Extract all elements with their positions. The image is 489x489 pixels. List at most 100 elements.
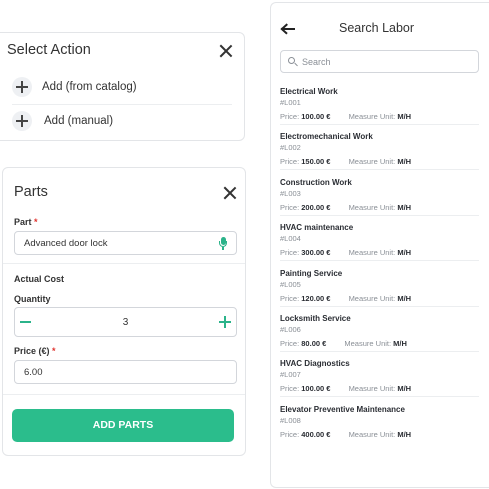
labor-list-item[interactable]: HVAC maintenance #L004 Price: 300.00 € M… xyxy=(280,223,479,268)
divider xyxy=(12,104,232,105)
labor-name: Elevator Preventive Maintenance xyxy=(280,404,405,414)
labor-list-item[interactable]: Painting Service #L005 Price: 120.00 € M… xyxy=(280,269,479,314)
price-input-value: 6.00 xyxy=(24,367,43,378)
price-label: Price: xyxy=(280,112,300,121)
measure-unit-label: Measure Unit: xyxy=(348,384,396,394)
close-icon[interactable] xyxy=(223,186,237,200)
divider xyxy=(280,169,479,171)
part-field-label: Part * xyxy=(14,217,38,227)
add-parts-button[interactable]: ADD PARTS xyxy=(12,409,234,442)
labor-meta: Price: 80.00 € Measure Unit: M/H xyxy=(280,339,407,348)
labor-price: 300.00 € xyxy=(301,248,331,258)
section-divider xyxy=(3,394,245,395)
plus-icon xyxy=(12,77,32,97)
labor-unit: M/H xyxy=(397,157,412,167)
add-manual-label: Add (manual) xyxy=(44,115,114,127)
labor-unit: M/H xyxy=(397,112,412,121)
increment-button[interactable] xyxy=(218,315,232,329)
labor-list-item[interactable]: HVAC Diagnostics #L007 Price: 100.00 € M… xyxy=(280,359,479,404)
quantity-value: 3 xyxy=(122,317,129,328)
measure-unit-label: Measure Unit: xyxy=(348,112,396,121)
price-input[interactable]: 6.00 xyxy=(14,360,237,384)
labor-list-item[interactable]: Electromechanical Work #L002 Price: 150.… xyxy=(280,132,479,177)
plus-icon xyxy=(12,111,32,131)
labor-unit: M/H xyxy=(393,339,407,348)
measure-unit-label: Measure Unit: xyxy=(348,429,396,439)
divider xyxy=(280,214,479,216)
section-divider xyxy=(3,263,245,264)
divider xyxy=(280,260,479,262)
actual-cost-heading: Actual Cost xyxy=(14,274,65,284)
labor-price: 150.00 € xyxy=(301,157,331,167)
labor-name: Locksmith Service xyxy=(280,314,351,323)
price-label: Price: xyxy=(280,202,300,212)
labor-unit: M/H xyxy=(397,293,412,303)
search-placeholder: Search xyxy=(302,57,331,67)
labor-name: Electromechanical Work xyxy=(280,132,373,142)
labor-list-item[interactable]: Electrical Work #L001 Price: 100.00 € Me… xyxy=(280,87,479,132)
select-action-title: Select Action xyxy=(7,42,91,58)
labor-code: #L003 xyxy=(280,188,301,198)
measure-unit-label: Measure Unit: xyxy=(344,339,392,348)
microphone-icon[interactable] xyxy=(219,237,227,251)
price-label: Price: xyxy=(280,429,300,439)
part-input[interactable]: Advanced door lock xyxy=(14,231,237,255)
labor-unit: M/H xyxy=(397,429,412,439)
labor-unit: M/H xyxy=(397,248,412,258)
search-labor-title: Search Labor xyxy=(339,21,415,35)
labor-list-item[interactable]: Elevator Preventive Maintenance #L008 Pr… xyxy=(280,405,479,450)
labor-unit: M/H xyxy=(397,202,412,212)
required-marker: * xyxy=(34,217,38,227)
add-manual-option[interactable]: Add (manual) xyxy=(12,110,113,132)
labor-meta: Price: 150.00 € Measure Unit: M/H xyxy=(280,157,411,166)
labor-price: 80.00 € xyxy=(301,339,327,348)
add-from-catalog-label: Add (from catalog) xyxy=(42,81,137,93)
back-arrow-icon[interactable] xyxy=(280,23,295,35)
search-input[interactable]: Search xyxy=(280,50,479,73)
add-from-catalog-option[interactable]: Add (from catalog) xyxy=(12,76,137,98)
labor-meta: Price: 100.00 € Measure Unit: M/H xyxy=(280,384,411,393)
part-input-value: Advanced door lock xyxy=(24,238,108,249)
select-action-panel: Select Action Add (from catalog) Add (ma… xyxy=(0,32,245,141)
quantity-stepper[interactable]: 3 xyxy=(14,307,237,337)
labor-code: #L004 xyxy=(280,234,301,244)
labor-code: #L005 xyxy=(280,279,301,289)
labor-code: #L006 xyxy=(280,325,301,334)
labor-name: Construction Work xyxy=(280,177,352,187)
labor-price: 120.00 € xyxy=(301,293,331,303)
labor-price: 200.00 € xyxy=(301,202,331,212)
labor-name: Electrical Work xyxy=(280,87,338,96)
price-label-text: Price (€) xyxy=(14,346,50,356)
labor-price: 100.00 € xyxy=(301,384,331,394)
labor-name: HVAC maintenance xyxy=(280,223,354,233)
labor-meta: Price: 100.00 € Measure Unit: M/H xyxy=(280,112,411,121)
labor-meta: Price: 400.00 € Measure Unit: M/H xyxy=(280,430,411,439)
price-label: Price: xyxy=(280,384,300,394)
divider xyxy=(280,396,479,398)
price-label: Price: xyxy=(280,339,300,348)
labor-meta: Price: 300.00 € Measure Unit: M/H xyxy=(280,248,411,257)
labor-code: #L002 xyxy=(280,143,301,153)
labor-price: 400.00 € xyxy=(301,429,331,439)
labor-meta: Price: 120.00 € Measure Unit: M/H xyxy=(280,294,411,303)
measure-unit-label: Measure Unit: xyxy=(348,202,396,212)
labor-code: #L008 xyxy=(280,415,301,425)
close-icon[interactable] xyxy=(219,44,233,58)
part-label-text: Part xyxy=(14,217,32,227)
parts-panel: Parts Part * Advanced door lock Actual C… xyxy=(2,167,246,456)
measure-unit-label: Measure Unit: xyxy=(348,157,396,167)
labor-meta: Price: 200.00 € Measure Unit: M/H xyxy=(280,203,411,212)
price-field-label: Price (€) * xyxy=(14,346,56,356)
measure-unit-label: Measure Unit: xyxy=(348,248,396,258)
divider xyxy=(280,124,479,125)
price-label: Price: xyxy=(280,157,300,167)
labor-list-item[interactable]: Construction Work #L003 Price: 200.00 € … xyxy=(280,178,479,223)
measure-unit-label: Measure Unit: xyxy=(348,293,396,303)
labor-name: Painting Service xyxy=(280,268,343,278)
labor-name: HVAC Diagnostics xyxy=(280,359,350,369)
price-label: Price: xyxy=(280,248,300,258)
labor-list-item[interactable]: Locksmith Service #L006 Price: 80.00 € M… xyxy=(280,314,479,359)
required-marker: * xyxy=(52,346,56,356)
labor-unit: M/H xyxy=(397,384,412,394)
divider xyxy=(280,305,479,307)
